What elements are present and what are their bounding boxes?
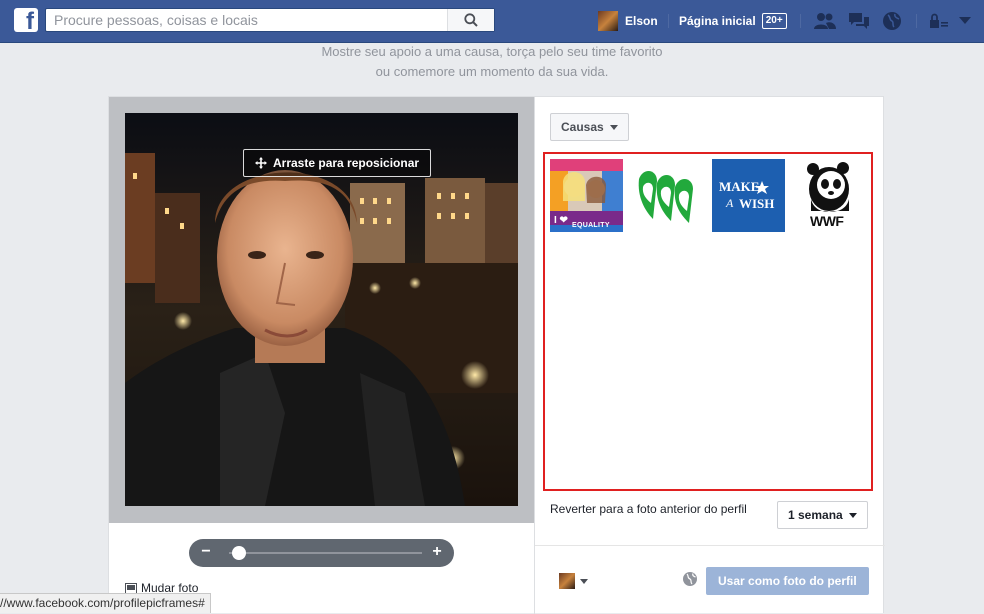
use-as-profile-picture-button[interactable]: Usar como foto do perfil bbox=[706, 567, 869, 595]
frame-girl-scouts[interactable] bbox=[631, 159, 704, 232]
move-icon bbox=[255, 157, 267, 169]
revert-label: Reverter para a foto anterior do perfil bbox=[550, 502, 747, 516]
globe-icon bbox=[683, 572, 697, 586]
zoom-slider[interactable]: − + bbox=[189, 539, 454, 567]
avatar bbox=[559, 573, 575, 589]
home-badge: 20+ bbox=[761, 13, 787, 29]
frame-category-label: Causas bbox=[561, 120, 604, 134]
photo-icon bbox=[125, 582, 137, 594]
nav-divider bbox=[800, 14, 801, 28]
make-a-wish-word-2: A bbox=[726, 196, 734, 210]
lock-icon bbox=[930, 13, 948, 28]
photo-preview-area: Arraste para reposicionar bbox=[109, 97, 534, 523]
search-icon bbox=[464, 13, 478, 27]
section-divider bbox=[535, 545, 885, 546]
frame-category-dropdown[interactable]: Causas bbox=[550, 113, 629, 141]
chevron-down-icon bbox=[609, 124, 618, 130]
nav-divider bbox=[916, 14, 917, 28]
avatar bbox=[598, 11, 618, 31]
browser-status-url: //www.facebook.com/profilepicframes# bbox=[0, 593, 211, 613]
frames-grid: I ❤ EQUALITY MAKE A WISH WWF bbox=[543, 152, 873, 491]
home-link[interactable]: Página inicial 20+ bbox=[679, 10, 787, 32]
revert-duration-dropdown[interactable]: 1 semana bbox=[777, 501, 868, 529]
home-label: Página inicial bbox=[679, 14, 756, 28]
friends-icon bbox=[814, 13, 836, 29]
chevron-down-icon bbox=[580, 578, 588, 584]
search-box bbox=[45, 8, 495, 32]
wwf-label: WWF bbox=[810, 213, 844, 229]
page-subtitle: Mostre seu apoio a uma causa, torça pelo… bbox=[230, 42, 754, 82]
zoom-handle[interactable] bbox=[232, 546, 247, 560]
search-button[interactable] bbox=[447, 9, 494, 31]
girl-scouts-logo bbox=[631, 159, 704, 232]
equality-label: EQUALITY bbox=[572, 222, 610, 229]
frame-equality[interactable]: I ❤ EQUALITY bbox=[550, 159, 623, 232]
logo-letter: f bbox=[26, 8, 34, 32]
make-a-wish-word-3: WISH bbox=[739, 196, 775, 211]
search-input[interactable] bbox=[46, 9, 462, 31]
profile-frame-editor: Arraste para reposicionar − + Mudar foto… bbox=[108, 96, 885, 614]
nav-divider bbox=[668, 14, 669, 28]
pane-divider bbox=[534, 97, 535, 614]
revert-duration-value: 1 semana bbox=[788, 508, 843, 522]
drag-to-reposition-button[interactable]: Arraste para reposicionar bbox=[243, 149, 432, 177]
chevron-down-icon bbox=[848, 512, 857, 518]
subtitle-line-1: Mostre seu apoio a uma causa, torça pelo… bbox=[321, 44, 663, 59]
profile-photo[interactable]: Arraste para reposicionar bbox=[125, 113, 518, 506]
facebook-logo[interactable]: f bbox=[14, 8, 38, 32]
zoom-track[interactable] bbox=[229, 552, 422, 554]
post-audience-selector[interactable] bbox=[559, 573, 588, 589]
frame-wwf[interactable]: WWF bbox=[793, 159, 866, 232]
messages-button[interactable] bbox=[848, 11, 870, 31]
account-menu-button[interactable] bbox=[954, 11, 976, 31]
use-as-profile-label: Usar como foto do perfil bbox=[718, 574, 857, 588]
chevron-down-icon bbox=[959, 17, 971, 24]
svg-text:I ❤: I ❤ bbox=[554, 215, 569, 226]
make-a-wish-word-1: MAKE bbox=[719, 179, 760, 194]
globe-icon bbox=[883, 12, 901, 30]
public-privacy-indicator[interactable] bbox=[682, 571, 698, 590]
zoom-out-button[interactable]: − bbox=[196, 542, 216, 562]
privacy-shortcuts-button[interactable] bbox=[928, 11, 950, 31]
top-navigation-bar: f Elson Página inicial 20+ bbox=[0, 0, 984, 43]
messages-icon bbox=[849, 13, 869, 29]
drag-label: Arraste para reposicionar bbox=[273, 156, 420, 170]
user-name: Elson bbox=[625, 14, 658, 28]
zoom-in-button[interactable]: + bbox=[427, 542, 447, 562]
profile-link[interactable]: Elson bbox=[598, 10, 658, 32]
subtitle-line-2: ou comemore um momento da sua vida. bbox=[375, 64, 609, 79]
frame-make-a-wish[interactable]: MAKE A WISH bbox=[712, 159, 785, 232]
notifications-button[interactable] bbox=[881, 11, 903, 31]
friend-requests-button[interactable] bbox=[814, 11, 836, 31]
